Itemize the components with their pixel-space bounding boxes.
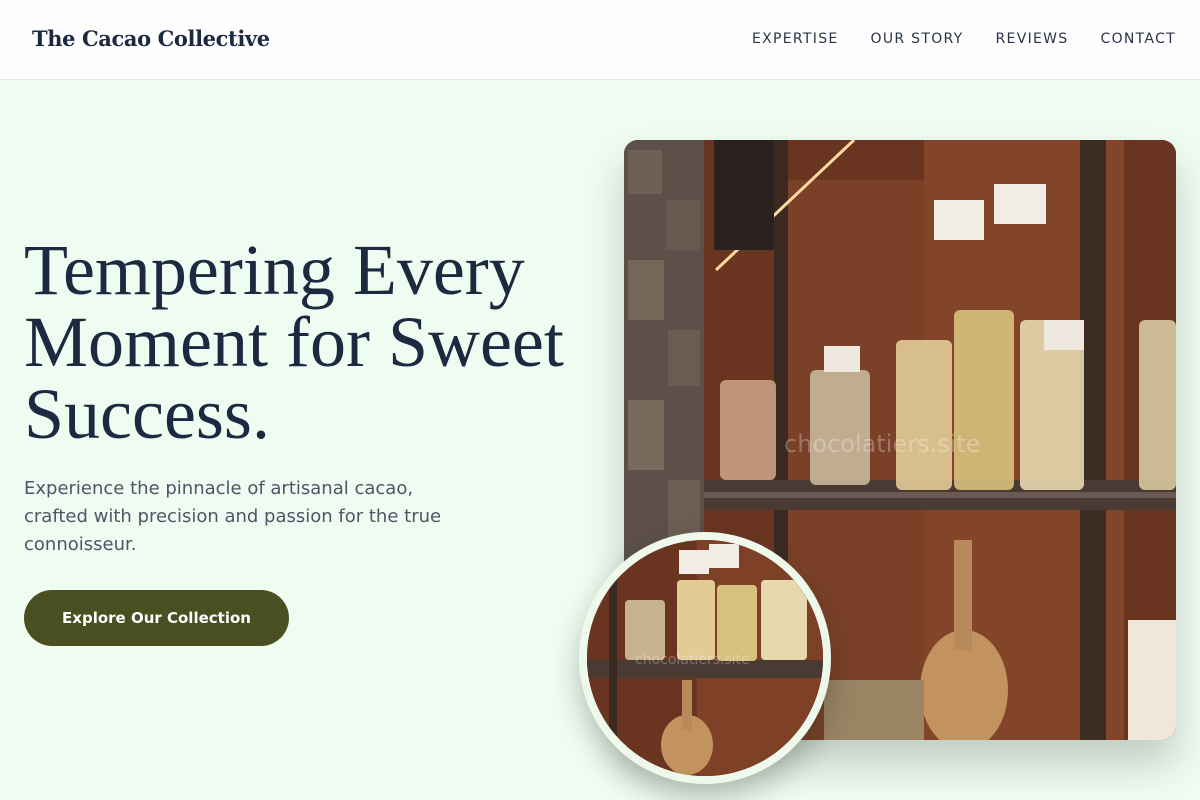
- inset-shelf-image: chocolatiers.site: [579, 532, 831, 784]
- inset-image-watermark: chocolatiers.site: [635, 652, 750, 668]
- nav-link-reviews[interactable]: REVIEWS: [996, 31, 1069, 47]
- hero-headline: Tempering Every Moment for Sweet Success…: [24, 230, 564, 454]
- site-header: The Cacao Collective EXPERTISE OUR STORY…: [0, 0, 1200, 80]
- nav-link-contact[interactable]: CONTACT: [1101, 31, 1177, 47]
- main-nav: EXPERTISE OUR STORY REVIEWS CONTACT: [752, 31, 1176, 47]
- brand-logo[interactable]: The Cacao Collective: [32, 26, 270, 51]
- nav-link-expertise[interactable]: EXPERTISE: [752, 31, 839, 47]
- image-watermark: chocolatiers.site: [784, 430, 981, 458]
- nav-link-our-story[interactable]: OUR STORY: [871, 31, 964, 47]
- hero-subtext: Experience the pinnacle of artisanal cac…: [24, 478, 442, 555]
- explore-collection-button[interactable]: Explore Our Collection: [24, 590, 289, 646]
